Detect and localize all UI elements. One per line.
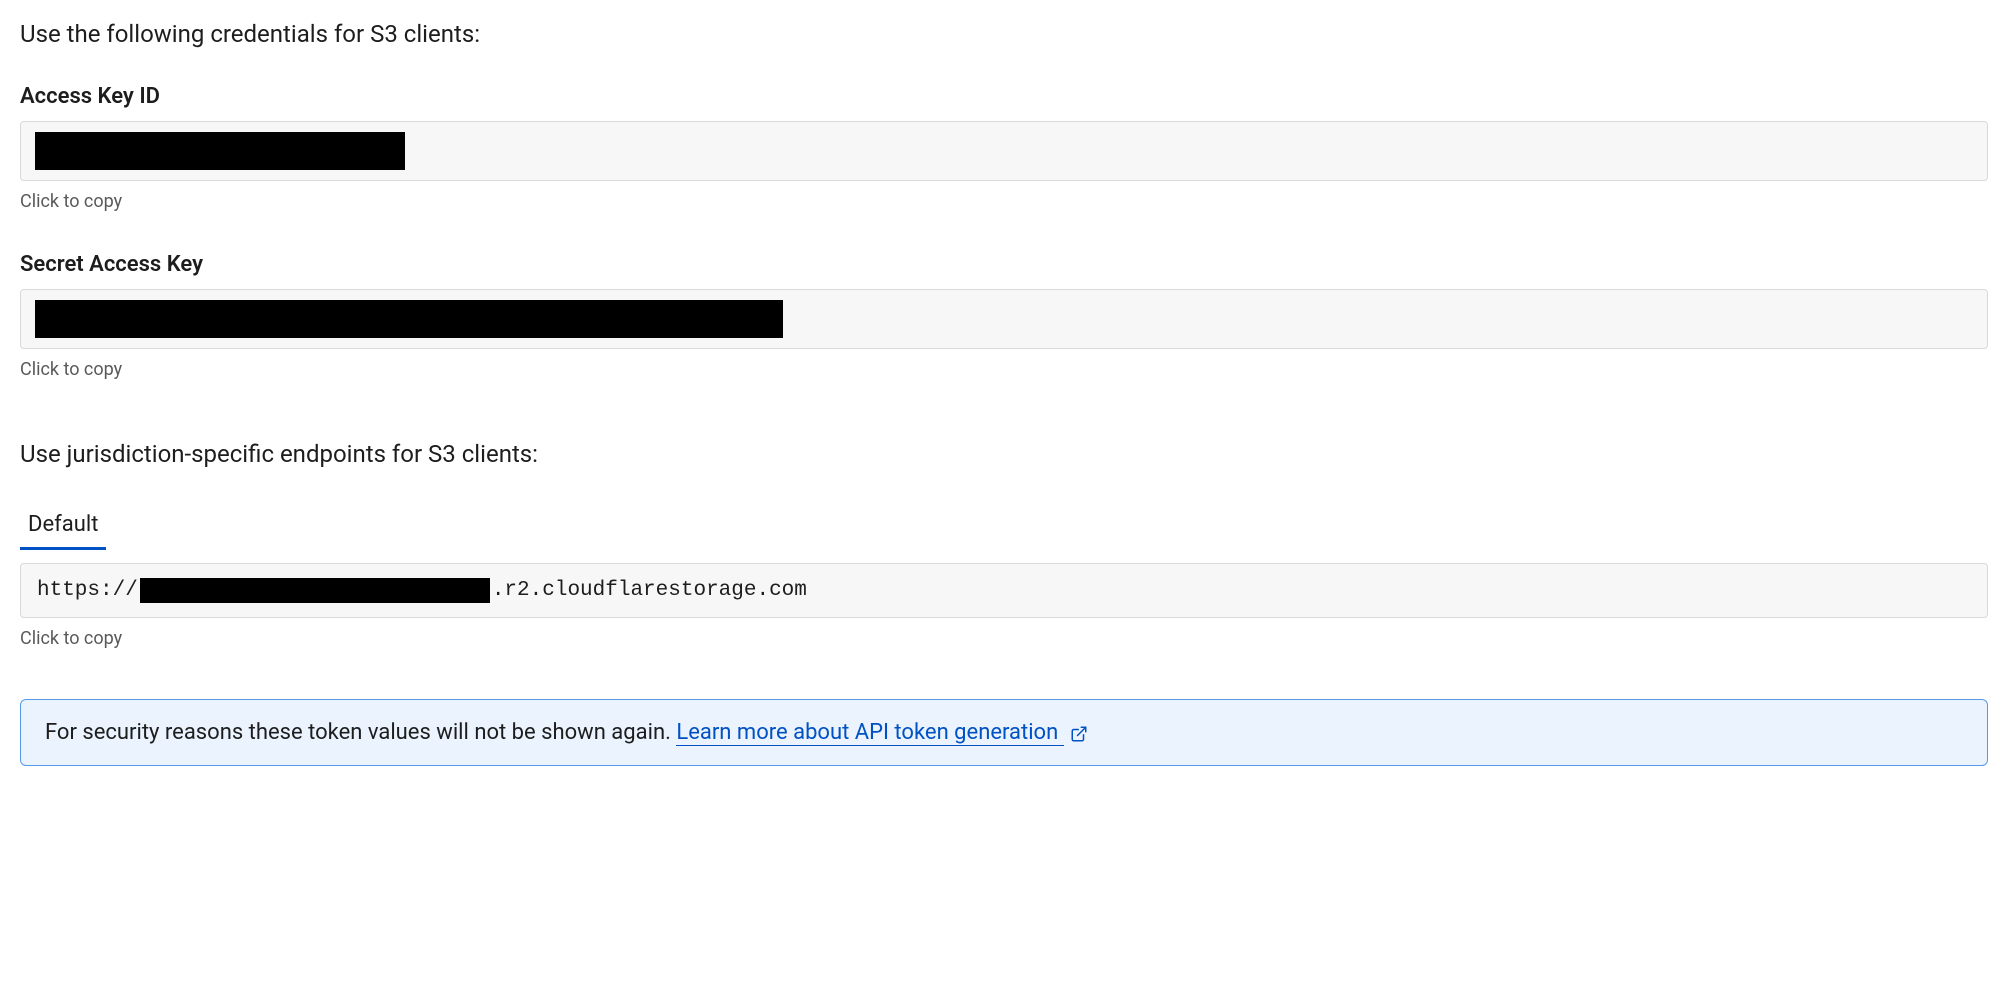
- learn-more-link[interactable]: Learn more about API token generation: [676, 720, 1063, 746]
- security-info-banner: For security reasons these token values …: [20, 699, 1988, 766]
- secret-access-key-redacted: [35, 300, 783, 338]
- credentials-intro-text: Use the following credentials for S3 cli…: [20, 20, 1988, 48]
- endpoint-prefix: https://: [37, 579, 138, 602]
- secret-access-key-value-box[interactable]: [20, 289, 1988, 349]
- endpoint-helper: Click to copy: [20, 628, 1988, 649]
- access-key-id-label: Access Key ID: [20, 84, 1988, 109]
- access-key-id-redacted: [35, 132, 405, 170]
- learn-more-link-text: Learn more about API token generation: [676, 720, 1058, 745]
- access-key-id-helper: Click to copy: [20, 191, 1988, 212]
- tab-default[interactable]: Default: [20, 504, 106, 550]
- secret-access-key-label: Secret Access Key: [20, 252, 1988, 277]
- external-link-icon: [1070, 724, 1088, 742]
- endpoints-intro-text: Use jurisdiction-specific endpoints for …: [20, 440, 1988, 468]
- endpoint-suffix: .r2.cloudflarestorage.com: [492, 579, 807, 602]
- banner-text: For security reasons these token values …: [45, 720, 676, 745]
- endpoint-account-id-redacted: [140, 578, 490, 603]
- endpoint-tabs: Default: [20, 504, 1988, 549]
- access-key-id-value-box[interactable]: [20, 121, 1988, 181]
- endpoint-value-box[interactable]: https:// .r2.cloudflarestorage.com: [20, 563, 1988, 618]
- secret-access-key-helper: Click to copy: [20, 359, 1988, 380]
